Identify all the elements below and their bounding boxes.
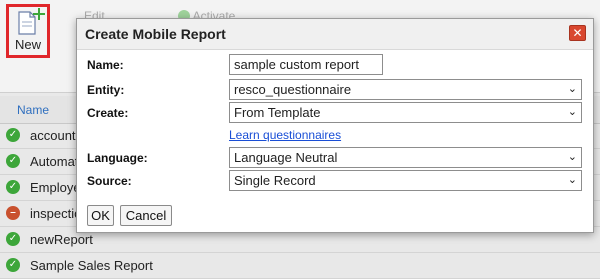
source-select-value: Single Record [234,173,316,188]
name-input[interactable]: sample custom report [229,54,383,75]
chevron-down-icon: ⌄ [567,83,577,95]
chevron-down-icon: ⌄ [567,174,577,186]
column-header-name[interactable]: Name [17,103,49,117]
row-name: account [30,128,76,143]
entity-select-value: resco_questionnaire [234,82,352,97]
status-ok-icon: ✓ [6,128,20,142]
table-row[interactable]: ✓ Sample Sales Report [0,253,600,279]
create-label: Create: [87,106,129,120]
create-mobile-report-dialog: Create Mobile Report ✕ Name: sample cust… [76,18,594,233]
language-label: Language: [87,151,148,165]
source-select[interactable]: Single Record ⌄ [229,170,582,191]
status-ok-icon: ✓ [6,258,20,272]
source-label: Source: [87,174,132,188]
status-ok-icon: ✓ [6,154,20,168]
name-input-value: sample custom report [234,57,359,72]
close-icon[interactable]: ✕ [569,25,586,41]
chevron-down-icon: ⌄ [567,106,577,118]
learn-questionnaires-link[interactable]: Learn questionnaires [229,128,341,142]
language-select[interactable]: Language Neutral ⌄ [229,147,582,168]
entity-label: Entity: [87,83,125,97]
chevron-down-icon: ⌄ [567,151,577,163]
new-button[interactable]: New [6,4,50,58]
row-name: Sample Sales Report [30,258,153,273]
create-select[interactable]: From Template ⌄ [229,102,582,123]
ok-button[interactable]: OK [87,205,114,226]
new-button-label: New [14,37,41,52]
create-select-value: From Template [234,105,321,120]
cancel-button[interactable]: Cancel [120,205,172,226]
status-ok-icon: ✓ [6,232,20,246]
dialog-title: Create Mobile Report [85,26,226,42]
name-label: Name: [87,58,124,72]
language-select-value: Language Neutral [234,150,338,165]
plus-icon [33,8,45,20]
dialog-title-bar[interactable]: Create Mobile Report ✕ [77,19,593,50]
status-error-icon: – [6,206,20,220]
entity-select[interactable]: resco_questionnaire ⌄ [229,79,582,100]
status-ok-icon: ✓ [6,180,20,194]
row-name: newReport [30,232,93,247]
